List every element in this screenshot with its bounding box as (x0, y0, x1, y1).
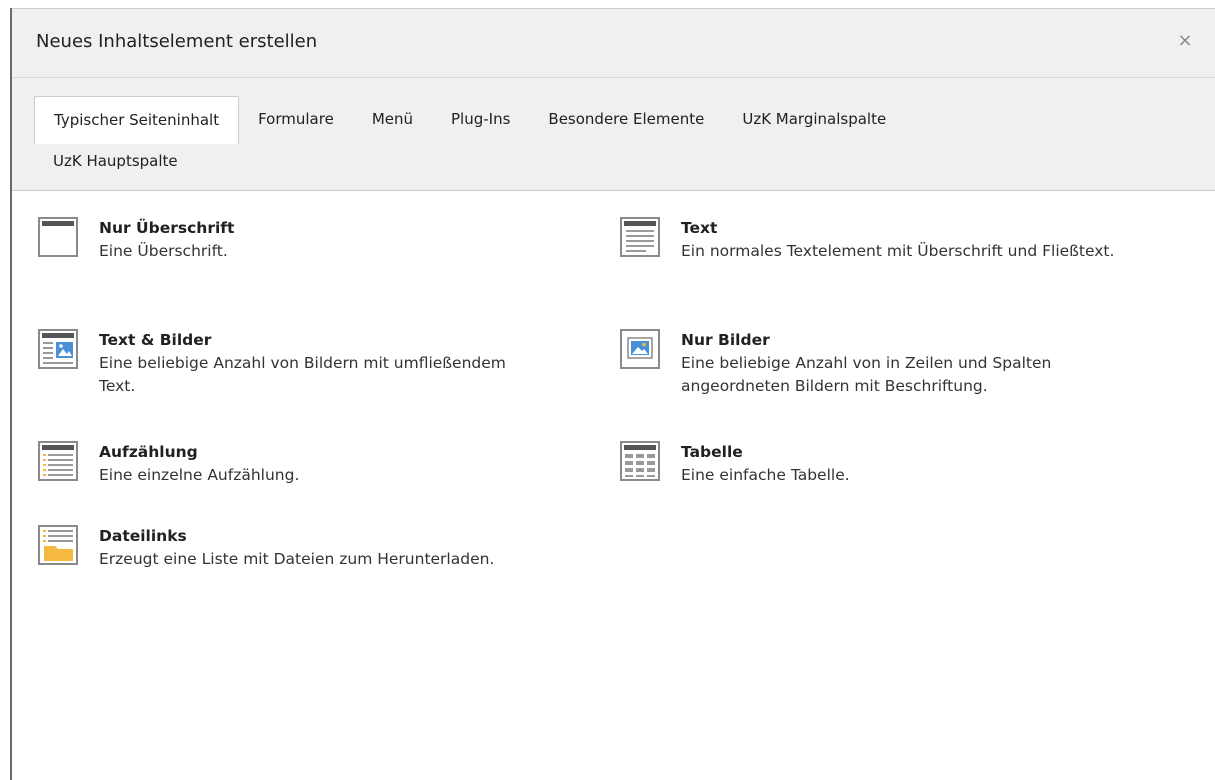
tab-row: Typischer Seiteninhalt Formulare Menü Pl… (34, 96, 1215, 146)
element-description: Ein normales Textelement mit Überschrift… (681, 242, 1115, 260)
element-tabelle[interactable]: Tabelle Eine einfache Tabelle. (620, 441, 1120, 487)
element-nur-ueberschrift[interactable]: Nur Überschrift Eine Überschrift. (38, 217, 538, 263)
bullets-icon (38, 441, 78, 481)
text-icon (620, 217, 660, 257)
tab-besondere-elemente[interactable]: Besondere Elemente (529, 96, 723, 144)
element-text-und-bilder[interactable]: Text & Bilder Eine beliebige Anzahl von … (38, 329, 538, 398)
text-images-icon (38, 329, 78, 369)
images-icon (620, 329, 660, 369)
element-name[interactable]: Aufzählung (99, 441, 299, 464)
element-name[interactable]: Tabelle (681, 441, 850, 464)
element-aufzaehlung[interactable]: Aufzählung Eine einzelne Aufzählung. (38, 441, 538, 487)
tab-formulare[interactable]: Formulare (239, 96, 353, 144)
modal-header: Neues Inhaltselement erstellen × (12, 8, 1215, 78)
tab-bar: Typischer Seiteninhalt Formulare Menü Pl… (12, 78, 1215, 191)
element-description: Eine beliebige Anzahl von Bildern mit um… (99, 354, 506, 395)
element-name[interactable]: Dateilinks (99, 525, 494, 548)
table-icon (620, 441, 660, 481)
element-nur-bilder[interactable]: Nur Bilder Eine beliebige Anzahl von in … (620, 329, 1120, 398)
tab-typischer-seiteninhalt[interactable]: Typischer Seiteninhalt (34, 96, 240, 144)
background-strip (0, 0, 1215, 8)
header-icon (38, 217, 78, 257)
element-name[interactable]: Nur Bilder (681, 329, 1120, 352)
element-list: Nur Überschrift Eine Überschrift. Text E… (12, 191, 1215, 779)
element-description: Eine Überschrift. (99, 242, 228, 260)
new-content-element-modal: Neues Inhaltselement erstellen × Typisch… (10, 8, 1215, 780)
tab-menue[interactable]: Menü (353, 96, 432, 144)
tab-row: UzK Hauptspalte (34, 146, 1215, 196)
element-description: Eine einfache Tabelle. (681, 466, 850, 484)
filelinks-icon (38, 525, 78, 565)
tab-uzk-hauptspalte[interactable]: UzK Hauptspalte (34, 146, 197, 186)
element-name[interactable]: Text (681, 217, 1114, 240)
element-dateilinks[interactable]: Dateilinks Erzeugt eine Liste mit Dateie… (38, 525, 538, 571)
element-name[interactable]: Text & Bilder (99, 329, 538, 352)
element-description: Erzeugt eine Liste mit Dateien zum Herun… (99, 550, 495, 568)
element-text[interactable]: Text Ein normales Textelement mit Übersc… (620, 217, 1120, 263)
element-name[interactable]: Nur Überschrift (99, 217, 234, 240)
modal-title: Neues Inhaltselement erstellen (36, 31, 318, 52)
element-description: Eine beliebige Anzahl von in Zeilen und … (681, 354, 1052, 395)
tab-plug-ins[interactable]: Plug-Ins (432, 96, 529, 144)
tab-uzk-marginalspalte[interactable]: UzK Marginalspalte (723, 96, 905, 144)
element-description: Eine einzelne Aufzählung. (99, 466, 300, 484)
close-button[interactable]: × (1175, 31, 1195, 51)
